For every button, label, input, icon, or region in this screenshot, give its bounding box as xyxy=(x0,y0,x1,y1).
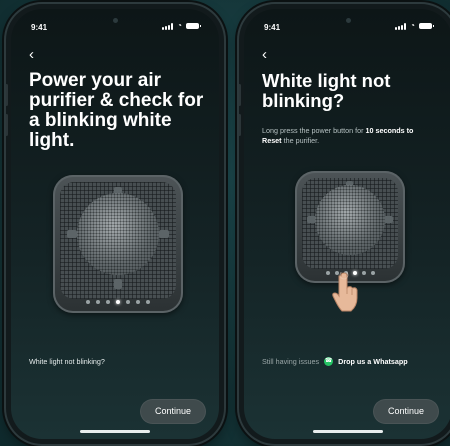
home-indicator xyxy=(313,430,383,433)
purifier-controls xyxy=(53,300,183,304)
home-indicator xyxy=(80,430,150,433)
back-button[interactable]: ‹ xyxy=(262,47,267,62)
side-button xyxy=(239,114,241,136)
instruction-prefix: Long press the power button for xyxy=(262,126,364,135)
side-button xyxy=(6,114,8,136)
status-icons: ◔ xyxy=(162,21,201,30)
page-title: White light not blinking? xyxy=(262,70,391,111)
status-bar: 9:41 ◔ xyxy=(11,22,219,36)
whatsapp-icon[interactable]: ☎ xyxy=(324,357,334,366)
purifier-tab xyxy=(159,230,169,238)
whatsapp-link[interactable]: Drop us a Whatsapp xyxy=(338,357,408,366)
purifier-dome xyxy=(77,193,159,275)
instruction-bold-duration: 10 seconds to xyxy=(365,126,414,135)
continue-button[interactable]: Continue xyxy=(140,399,206,424)
tap-hand-icon xyxy=(332,272,358,312)
status-bar: 9:41 ◔ xyxy=(244,22,450,36)
screen-right: 9:41 ◔ ‹ White light not blinking? Long … xyxy=(244,9,450,439)
purifier-tab xyxy=(384,216,393,223)
instruction-suffix: the purifier. xyxy=(283,136,320,145)
air-purifier-image xyxy=(295,171,405,283)
status-icons: ◔ xyxy=(395,21,434,30)
status-time: 9:41 xyxy=(264,23,281,32)
phone-left: 9:41 ◔ ‹ Power your air purifier & check… xyxy=(6,4,224,444)
wifi-icon: ◔ xyxy=(410,21,415,30)
help-row: Still having issues ☎ Drop us a Whatsapp xyxy=(262,357,408,366)
battery-icon xyxy=(419,23,434,29)
purifier-tab xyxy=(114,279,122,289)
signal-icon xyxy=(162,22,174,30)
side-button xyxy=(239,84,241,106)
help-prefix: Still having issues xyxy=(262,357,320,366)
battery-icon xyxy=(186,23,201,29)
instruction-text: Long press the power button for 10 secon… xyxy=(262,126,434,146)
status-time: 9:41 xyxy=(31,23,48,32)
page-title: Power your air purifier & check for a bl… xyxy=(29,70,204,151)
side-button xyxy=(6,84,8,106)
instruction-bold-reset: Reset xyxy=(262,136,282,145)
signal-icon xyxy=(395,22,407,30)
continue-button[interactable]: Continue xyxy=(373,399,439,424)
screen-left: 9:41 ◔ ‹ Power your air purifier & check… xyxy=(11,9,219,439)
wifi-icon: ◔ xyxy=(177,21,182,30)
air-purifier-image xyxy=(53,175,183,313)
help-link[interactable]: White light not blinking? xyxy=(29,357,105,366)
phone-right: 9:41 ◔ ‹ White light not blinking? Long … xyxy=(239,4,450,444)
purifier-dome xyxy=(315,185,385,255)
back-button[interactable]: ‹ xyxy=(29,47,34,62)
purifier-tab xyxy=(67,230,77,238)
